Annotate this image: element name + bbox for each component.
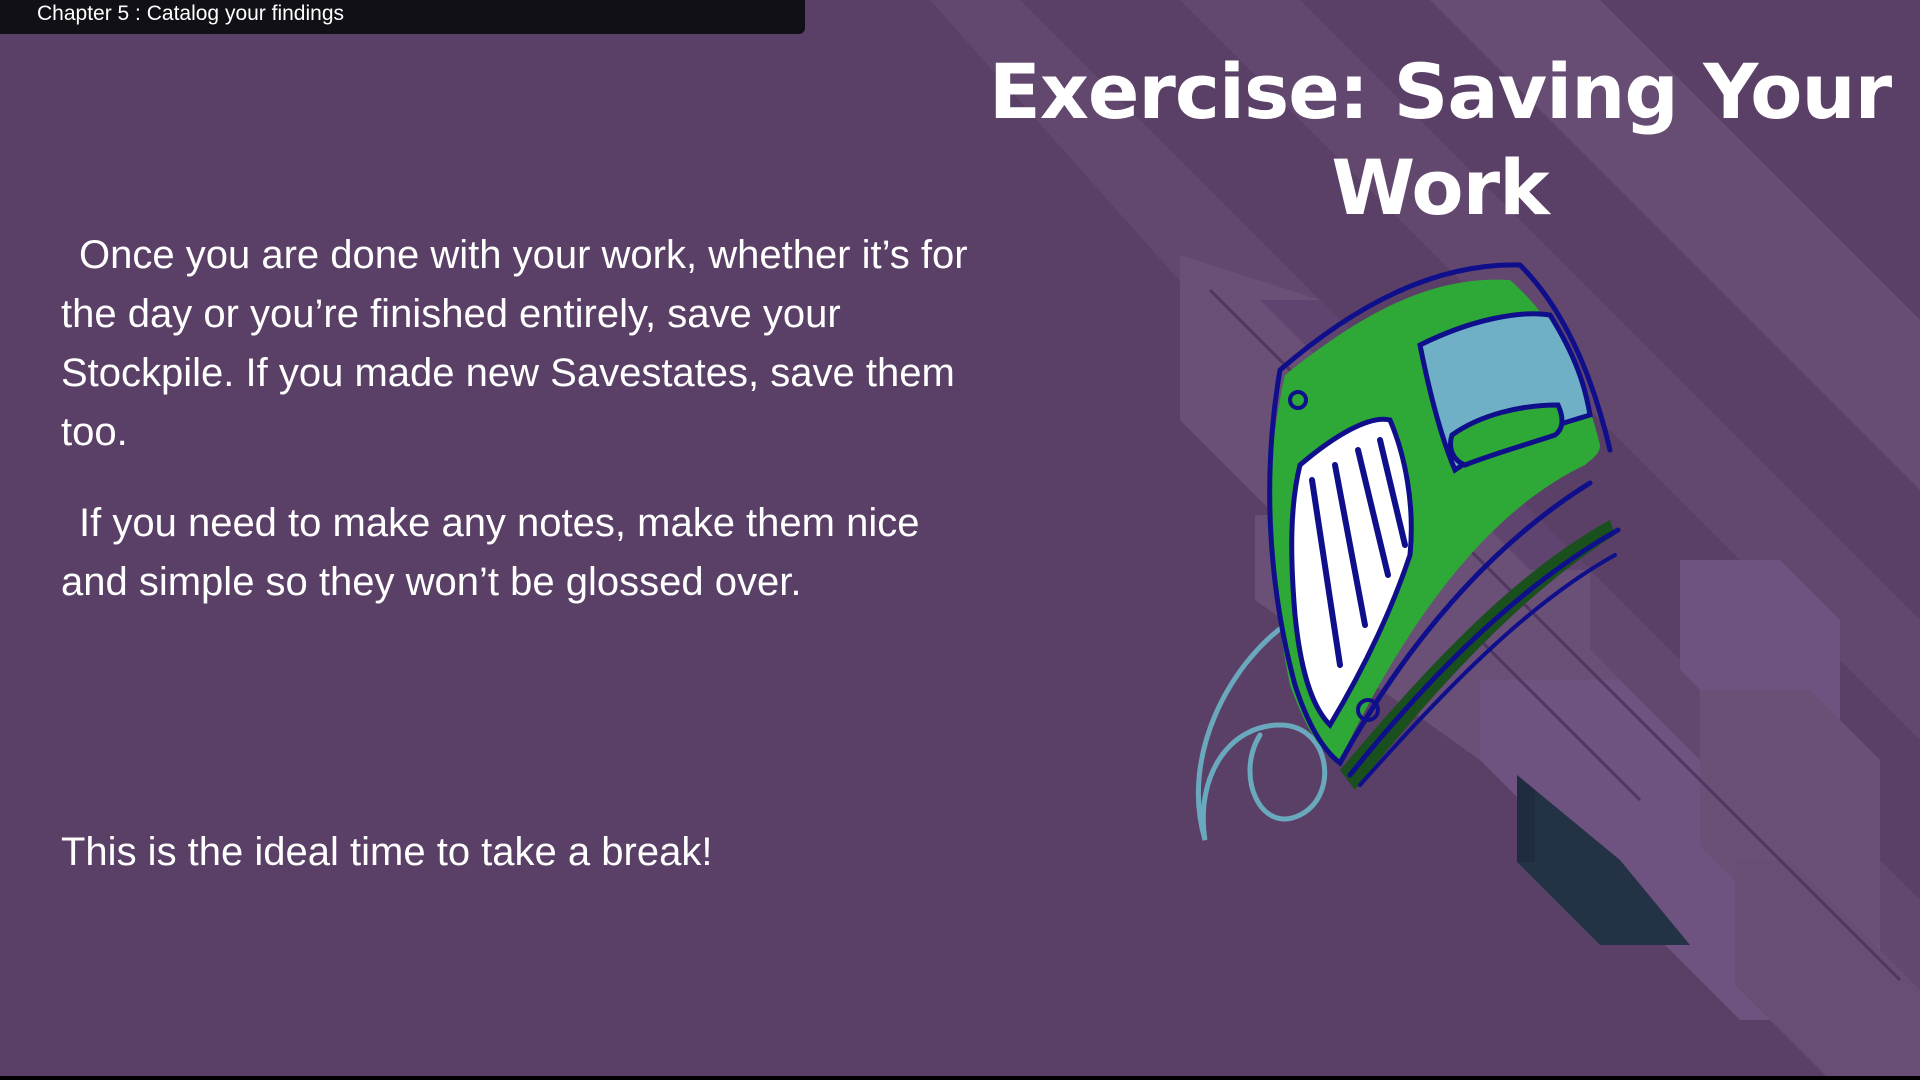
chapter-label: Chapter 5 : Catalog your findings (37, 2, 345, 25)
paragraph-save-work-text: Once you are done with your work, whethe… (61, 233, 968, 454)
save-floppy-icon (1195, 262, 1621, 841)
paragraph-take-break: This is the ideal time to take a break! (61, 830, 713, 874)
slide-title: Exercise: Saving Your Work (988, 47, 1892, 232)
bottom-border (0, 1076, 1920, 1080)
paragraph-notes: If you need to make any notes, make them… (61, 494, 981, 612)
paragraph-save-work: Once you are done with your work, whethe… (61, 226, 981, 462)
chapter-header-bar: Chapter 5 : Catalog your findings (0, 0, 805, 34)
paragraph-notes-text: If you need to make any notes, make them… (61, 501, 920, 604)
slide: Chapter 5 : Catalog your findings Exerci… (0, 0, 1920, 1080)
